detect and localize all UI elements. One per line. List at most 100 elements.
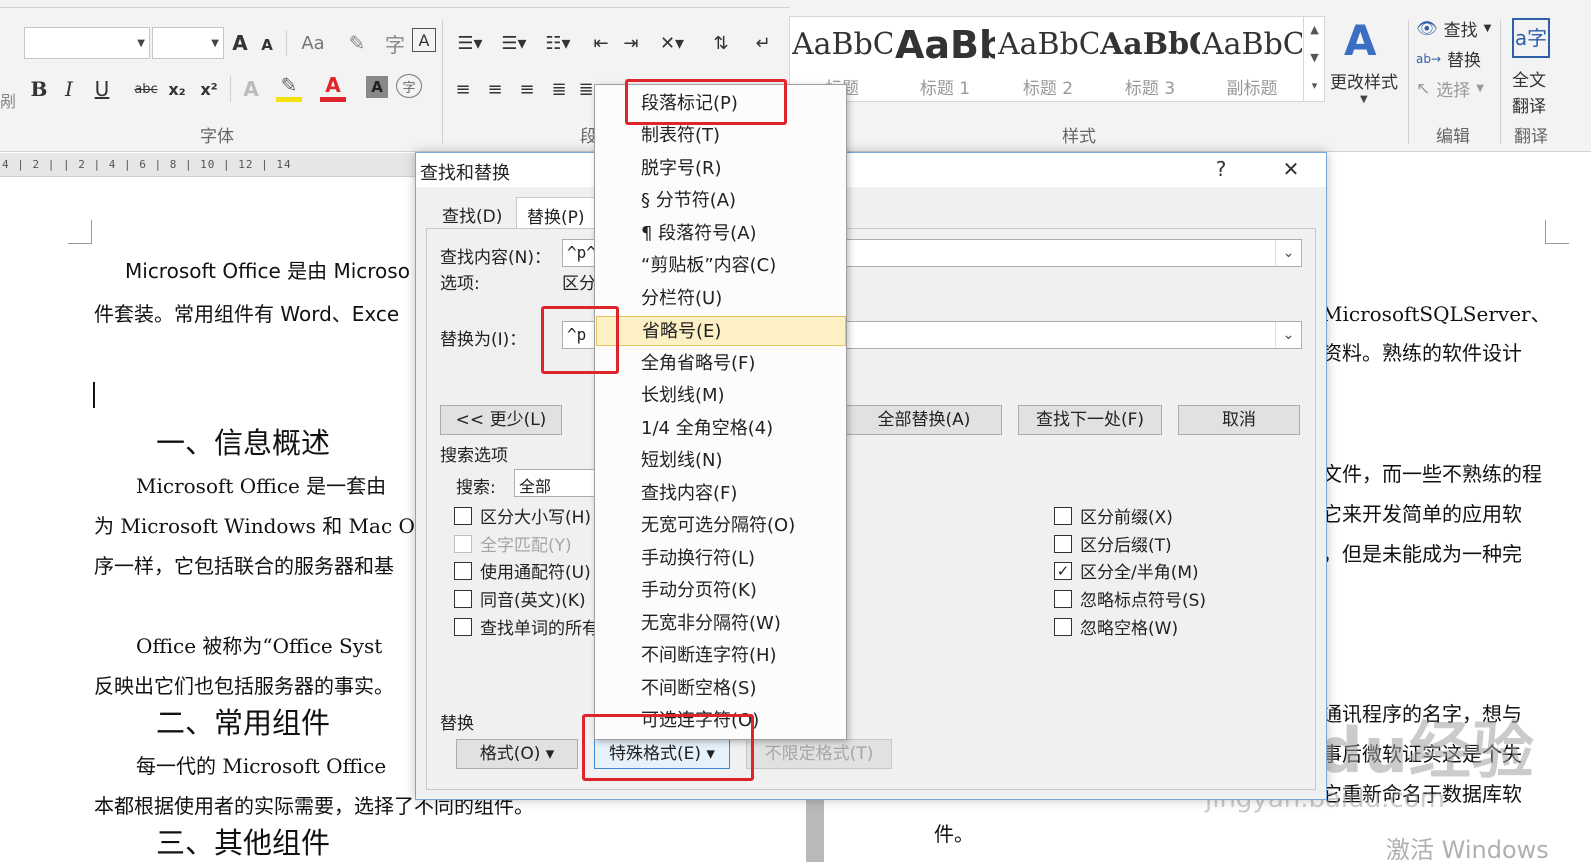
match-width-checkbox[interactable]: ✓ 区分全/半角(M) [1054, 558, 1199, 583]
format-button[interactable]: 格式(O) ▾ [456, 739, 578, 769]
italic-button[interactable]: I [58, 74, 80, 104]
wildcards-checkbox[interactable]: 使用通配符(U) [454, 558, 591, 583]
multilevel-list-icon[interactable]: ☷▾ [538, 28, 578, 58]
subscript-button[interactable]: x₂ [164, 74, 190, 104]
match-prefix-checkbox[interactable]: 区分前缀(X) [1054, 503, 1173, 528]
menu-item-section-break[interactable]: § 分节符(A) [596, 186, 846, 216]
menu-strip [0, 0, 790, 8]
increase-indent-icon[interactable]: ⇥ [618, 28, 644, 58]
help-icon[interactable]: ? [1206, 157, 1236, 181]
sounds-like-checkbox[interactable]: 同音(英文)(K) [454, 586, 586, 611]
menu-item-em-dash[interactable]: 长划线(M) [596, 381, 846, 411]
menu-item-manual-line-break[interactable]: 手动换行符(L) [596, 544, 846, 574]
menu-item-en-dash[interactable]: 短划线(N) [596, 446, 846, 476]
styles-scroll[interactable]: ▲ ▼ ▾ [1303, 16, 1325, 102]
menu-item-nonbreaking-space[interactable]: 不间断空格(S) [596, 674, 846, 704]
change-styles-icon[interactable]: A [1344, 16, 1377, 65]
checkbox-box[interactable] [1054, 589, 1072, 608]
menu-item-tab[interactable]: 制表符(T) [596, 121, 846, 151]
select-button[interactable]: ↖ 选择 ▼ [1416, 76, 1484, 102]
checkbox-box[interactable]: ✓ [1054, 561, 1072, 580]
find-button[interactable]: 👁 查找 ▼ [1416, 16, 1491, 42]
justify-icon[interactable]: ≣ [546, 74, 572, 104]
align-left-icon[interactable]: ≡ [450, 74, 476, 104]
close-icon[interactable]: ✕ [1276, 157, 1306, 181]
shrink-font-button[interactable]: A [256, 30, 278, 60]
checkbox-box[interactable] [1054, 506, 1072, 525]
font-size-combo[interactable]: ▼ [152, 27, 224, 59]
menu-item-nonbreaking-hyphen[interactable]: 不间断连字符(H) [596, 641, 846, 671]
doc-line: ，但是未能成为一种完 [1322, 542, 1522, 566]
activate-windows-text: 激活 Windows [1386, 836, 1549, 862]
text-effect-icon[interactable]: A [236, 74, 266, 104]
menu-item-clipboard[interactable]: “剪贴板”内容(C) [596, 251, 846, 281]
distributed-icon[interactable]: ≣ [576, 74, 596, 104]
checkbox-box[interactable] [454, 506, 472, 525]
enclose-char-button[interactable]: 字 [396, 74, 422, 98]
style-heading-3[interactable]: AaBbC 标题 3 [1100, 22, 1200, 100]
menu-item-fullwidth-ellipsis[interactable]: 全角省略号(F) [596, 349, 846, 379]
bullets-icon[interactable]: ☰▾ [450, 28, 490, 58]
tab-replace[interactable]: 替换(P) [516, 197, 606, 229]
replace-button[interactable]: ab→ 替换 [1416, 46, 1481, 71]
translate-label-2[interactable]: 翻译 [1512, 92, 1546, 117]
bold-button[interactable]: B [28, 74, 50, 104]
show-marks-icon[interactable]: ↵ [750, 28, 776, 58]
translate-icon[interactable]: a字 [1512, 18, 1550, 58]
change-case-button[interactable]: Aa [296, 28, 330, 58]
checkbox-box[interactable] [1054, 617, 1072, 636]
match-suffix-checkbox[interactable]: 区分后缀(T) [1054, 531, 1172, 556]
sort-icon[interactable]: ⇅ [708, 28, 734, 58]
ignore-space-checkbox[interactable]: 忽略空格(W) [1054, 614, 1178, 639]
menu-item-zw-optional-break[interactable]: 无宽可选分隔符(O) [596, 511, 846, 541]
grow-font-button[interactable]: A [228, 28, 252, 58]
char-border-icon[interactable]: A [412, 28, 436, 52]
superscript-button[interactable]: x² [196, 74, 222, 104]
ignore-punct-checkbox[interactable]: 忽略标点符号(S) [1054, 586, 1206, 611]
search-direction-select[interactable]: 全部 [514, 469, 604, 497]
style-subtitle[interactable]: AaBbC 副标题 [1202, 22, 1302, 100]
phonetic-guide-icon[interactable]: 字 [380, 28, 410, 58]
horizontal-ruler[interactable]: 4 | 2 | | 2 | 4 | 6 | 8 | 10 | 12 | 14 [0, 153, 415, 177]
style-heading-1[interactable]: AaBb 标题 1 [895, 22, 995, 100]
checkbox-box[interactable] [454, 589, 472, 608]
chevron-down-icon[interactable]: ⌄ [1275, 240, 1301, 266]
menu-item-zw-non-break[interactable]: 无宽非分隔符(W) [596, 609, 846, 639]
match-case-checkbox[interactable]: 区分大小写(H) [454, 503, 591, 528]
align-right-icon[interactable]: ≡ [514, 74, 540, 104]
translate-label-1[interactable]: 全文 [1512, 66, 1546, 91]
clear-format-icon[interactable]: ✎ [340, 28, 374, 58]
less-button[interactable]: << 更少(L) [440, 405, 562, 435]
chevron-down-icon[interactable]: ⌄ [1275, 322, 1301, 348]
checkbox-box[interactable] [454, 561, 472, 580]
cancel-button[interactable]: 取消 [1178, 405, 1300, 435]
all-word-forms-checkbox[interactable]: 查找单词的所有 [454, 614, 599, 639]
underline-button[interactable]: U [88, 74, 116, 104]
menu-item-pilcrow[interactable]: ¶ 段落符号(A) [596, 219, 846, 249]
checkbox-box[interactable] [454, 617, 472, 636]
menu-item-caret[interactable]: 脱字号(R) [596, 154, 846, 184]
change-styles-label[interactable]: 更改样式 [1330, 68, 1398, 93]
font-color-button[interactable]: A [320, 72, 346, 102]
numbering-icon[interactable]: ☰▾ [494, 28, 534, 58]
highlight-icon[interactable]: ✎ [276, 72, 302, 102]
decrease-indent-icon[interactable]: ⇤ [588, 28, 614, 58]
asian-layout-icon[interactable]: ✕▾ [652, 28, 692, 58]
doc-line: 每一代的 Microsoft Office [136, 754, 387, 778]
replace-all-button[interactable]: 全部替换(A) [846, 405, 1002, 435]
strikethrough-button[interactable]: abc [132, 74, 160, 104]
menu-item-ellipsis[interactable]: 省略号(E) [596, 316, 846, 346]
style-heading-2[interactable]: AaBbC 标题 2 [998, 22, 1098, 100]
tab-find[interactable]: 查找(D) [432, 197, 512, 229]
change-styles-arrow-icon[interactable]: ▼ [1360, 94, 1368, 105]
menu-item-find-what[interactable]: 查找内容(F) [596, 479, 846, 509]
font-name-combo[interactable]: ▼ [24, 27, 150, 59]
menu-item-column-break[interactable]: 分栏符(U) [596, 284, 846, 314]
menu-item-manual-page-break[interactable]: 手动分页符(K) [596, 576, 846, 606]
char-shading-button[interactable]: A [366, 76, 388, 98]
checkbox-box[interactable] [1054, 534, 1072, 553]
find-next-button[interactable]: 查找下一处(F) [1018, 405, 1162, 435]
menu-item-quarter-space[interactable]: 1/4 全角空格(4) [596, 414, 846, 444]
dialog-titlebar[interactable]: 查找和替换 ? ✕ [416, 153, 1326, 187]
align-center-icon[interactable]: ≡ [482, 74, 508, 104]
